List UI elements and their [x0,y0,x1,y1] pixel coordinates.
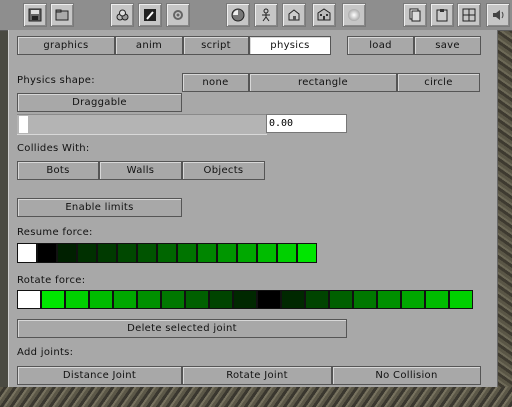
rotate-force-swatch[interactable] [89,290,113,309]
shape-none-button[interactable]: none [182,73,249,92]
rotate-force-swatch[interactable] [257,290,281,309]
rotate-force-swatch[interactable] [41,290,65,309]
resume-force-swatch[interactable] [297,243,317,263]
tab-script[interactable]: script [183,36,249,55]
no-collision-button[interactable]: No Collision [332,366,481,385]
resume-force-swatch[interactable] [57,243,77,263]
save-button[interactable]: save [414,36,481,55]
resume-force-swatch[interactable] [77,243,97,263]
shape-rectangle-button[interactable]: rectangle [249,73,397,92]
save-icon[interactable] [23,3,47,27]
background-terrain [496,0,512,407]
resume-force-swatch[interactable] [177,243,197,263]
resume-force-swatch[interactable] [217,243,237,263]
collide-objects-button[interactable]: Objects [182,161,265,180]
physics-panel: graphics anim script physics load save P… [8,30,498,387]
speaker-icon[interactable] [486,3,510,27]
rotate-force-swatch[interactable] [425,290,449,309]
tab-anim[interactable]: anim [115,36,183,55]
distance-joint-button[interactable]: Distance Joint [17,366,182,385]
slider-handle[interactable] [19,116,28,133]
resume-force-swatch[interactable] [117,243,137,263]
rotate-force-swatch[interactable] [401,290,425,309]
rotate-force-swatch[interactable] [305,290,329,309]
resume-force-swatch[interactable] [37,243,57,263]
rotate-force-label: Rotate force: [17,275,86,286]
rotate-force-swatch[interactable] [233,290,257,309]
resume-force-swatch[interactable] [17,243,37,263]
rotate-force-swatch[interactable] [329,290,353,309]
toolbar [0,0,512,31]
resume-force-swatch[interactable] [137,243,157,263]
rotate-force-swatch[interactable] [185,290,209,309]
rotate-force-swatch[interactable] [281,290,305,309]
rotate-joint-button[interactable]: Rotate Joint [182,366,332,385]
value-slider[interactable] [17,114,267,135]
resume-force-swatch[interactable] [157,243,177,263]
resume-force-swatch[interactable] [197,243,217,263]
rotate-force-swatch[interactable] [353,290,377,309]
rotate-force-swatch[interactable] [65,290,89,309]
rotate-force-swatch[interactable] [377,290,401,309]
tab-graphics[interactable]: graphics [17,36,115,55]
rotate-force-swatches [17,290,473,309]
shapes-icon[interactable] [110,3,134,27]
physics-shape-label: Physics shape: [17,75,95,86]
resume-force-swatches [17,243,317,263]
enable-limits-button[interactable]: Enable limits [17,198,182,217]
collide-walls-button[interactable]: Walls [99,161,182,180]
rotate-force-swatch[interactable] [449,290,473,309]
brush-icon[interactable] [138,3,162,27]
house-icon[interactable] [282,3,306,27]
collides-with-label: Collides With: [17,143,90,154]
folder-icon[interactable] [50,3,74,27]
building-icon[interactable] [312,3,336,27]
circle-shape-icon[interactable] [226,3,250,27]
rotate-force-swatch[interactable] [113,290,137,309]
load-button[interactable]: load [347,36,414,55]
resume-force-swatch[interactable] [277,243,297,263]
paste-icon[interactable] [430,3,454,27]
light-icon[interactable] [342,3,366,27]
value-field[interactable]: 0.00 [266,114,347,133]
draggable-button[interactable]: Draggable [17,93,182,112]
resume-force-label: Resume force: [17,227,93,238]
rotate-force-swatch[interactable] [17,290,41,309]
background-terrain-bottom [0,387,512,407]
resume-force-swatch[interactable] [97,243,117,263]
gear-icon[interactable] [166,3,190,27]
resume-force-swatch[interactable] [237,243,257,263]
rotate-force-swatch[interactable] [209,290,233,309]
collide-bots-button[interactable]: Bots [17,161,99,180]
shape-circle-button[interactable]: circle [397,73,480,92]
rotate-force-swatch[interactable] [137,290,161,309]
tab-physics[interactable]: physics [249,36,331,55]
delete-selected-joint-button[interactable]: Delete selected joint [17,319,347,338]
add-joints-label: Add joints: [17,347,74,358]
resume-force-swatch[interactable] [257,243,277,263]
copy-icon[interactable] [403,3,427,27]
rotate-force-swatch[interactable] [161,290,185,309]
person-icon[interactable] [254,3,278,27]
grid-icon[interactable] [457,3,481,27]
